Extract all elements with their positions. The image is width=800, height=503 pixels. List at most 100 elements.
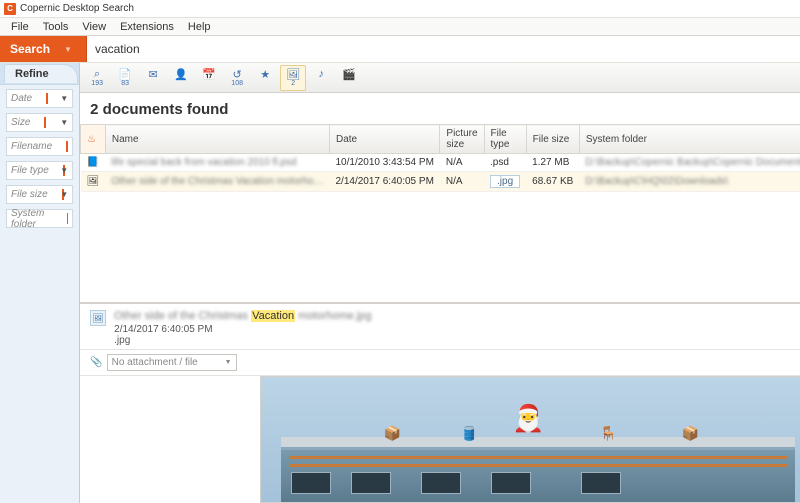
contacts-icon: 👤 <box>174 68 188 80</box>
refine-system-folder[interactable]: System folder <box>6 209 73 228</box>
pictures-icon: 🖼 <box>286 68 300 80</box>
roof-junk: 🛢️ <box>461 425 478 442</box>
refine-tab[interactable]: Refine <box>4 64 78 83</box>
roof-junk: 🪑 <box>600 425 617 442</box>
cell-date: 10/1/2010 3:43:54 PM <box>329 154 439 172</box>
category-contacts[interactable]: 👤 <box>168 65 194 91</box>
col-fsize[interactable]: File size <box>526 125 579 154</box>
app-icon: C <box>4 3 16 15</box>
refine-label: File size <box>11 189 48 200</box>
search-button[interactable]: Search ▼ <box>0 36 87 62</box>
cell-ftype: .jpg <box>484 172 526 192</box>
results-table: ♨ Name Date Picture size File type File … <box>80 124 800 192</box>
image-file-icon: 🖼 <box>90 310 106 326</box>
category-count: 193 <box>91 80 103 87</box>
col-ftype[interactable]: File type <box>484 125 526 154</box>
search-highlight: Vacation <box>251 310 295 322</box>
file-icon: 📘 <box>81 154 106 172</box>
category-count: 2 <box>291 80 295 87</box>
cell-picsize: N/A <box>440 154 484 172</box>
chevron-down-icon: ▼ <box>60 166 68 175</box>
cell-name: life special back from vacation 2010 fl.… <box>105 154 329 172</box>
file-icon: 🖼 <box>81 172 106 192</box>
favorites-icon: ★ <box>258 68 272 80</box>
cell-folder: D:\Backup\Copernic Backup\Copernic Docum… <box>579 154 800 172</box>
menu-extensions[interactable]: Extensions <box>113 19 181 35</box>
attachment-select-label: No attachment / file <box>112 357 198 368</box>
santa-decoration: 🎅 <box>512 403 544 434</box>
col-flame[interactable]: ♨ <box>81 125 106 154</box>
chevron-down-icon[interactable]: ▼ <box>64 45 72 54</box>
roof-junk: 📦 <box>384 425 401 442</box>
image-preview[interactable]: 🎅 📦 🛢️ 🪑 📦 <box>260 376 800 503</box>
refine-label: File type <box>11 165 49 176</box>
cell-folder: D:\Backup\C\HQ\02\Downloads\ <box>579 172 800 192</box>
results-heading: 2 documents found <box>80 93 800 124</box>
category-music[interactable]: ♪ <box>308 65 334 91</box>
flame-icon: ♨ <box>87 134 96 145</box>
category-count <box>264 80 266 87</box>
cell-fsize: 68.67 KB <box>526 172 579 192</box>
roof-junk: 📦 <box>682 425 699 442</box>
menu-bar: File Tools View Extensions Help <box>0 18 800 36</box>
chevron-down-icon: ▼ <box>225 359 232 366</box>
app-title: Copernic Desktop Search <box>20 3 134 14</box>
files-icon: 📄 <box>118 68 132 80</box>
category-history[interactable]: ↺108 <box>224 65 250 91</box>
category-files[interactable]: 📄83 <box>112 65 138 91</box>
menu-view[interactable]: View <box>75 19 113 35</box>
preview-info: 🖼 Other side of the Christmas Vacation m… <box>80 304 800 350</box>
refine-label: Filename <box>11 141 52 152</box>
refine-label: Size <box>11 117 30 128</box>
attachment-icon: 📎 <box>90 357 102 368</box>
category-count <box>208 80 210 87</box>
chevron-down-icon: ▼ <box>60 118 68 127</box>
preview-filename: Other side of the Christmas Vacation mot… <box>114 310 371 324</box>
menu-help[interactable]: Help <box>181 19 218 35</box>
results-panel: ⌕193📄83✉ 👤 📅 ↺108★ 🖼2♪ 🎬 2 documents fou… <box>80 63 800 503</box>
category-count: 108 <box>231 80 243 87</box>
menu-file[interactable]: File <box>4 19 36 35</box>
chevron-down-icon: ▼ <box>60 190 68 199</box>
col-picsize[interactable]: Picture size <box>440 125 484 154</box>
cell-fsize: 1.27 MB <box>526 154 579 172</box>
cell-ftype: .psd <box>484 154 526 172</box>
refine-size[interactable]: Size ▼ <box>6 113 73 132</box>
preview-date: 2/14/2017 6:40:05 PM <box>114 324 371 335</box>
calendar-icon: 📅 <box>202 68 216 80</box>
refine-file-size[interactable]: File size ▼ <box>6 185 73 204</box>
emails-icon: ✉ <box>146 68 160 80</box>
category-count <box>180 80 182 87</box>
search-row: Search ▼ <box>0 36 800 63</box>
category-calendar[interactable]: 📅 <box>196 65 222 91</box>
table-row[interactable]: 📘life special back from vacation 2010 fl… <box>81 154 800 172</box>
col-name[interactable]: Name <box>105 125 329 154</box>
cell-name: Other side of the Christmas Vacation mot… <box>105 172 329 192</box>
refine-file-type[interactable]: File type ▼ <box>6 161 73 180</box>
search-input[interactable] <box>87 36 800 62</box>
title-bar: C Copernic Desktop Search <box>0 0 800 18</box>
preview-attachment-bar: 📎 No attachment / file ▼ <box>80 350 800 376</box>
col-folder[interactable]: System folder <box>579 125 800 154</box>
category-emails[interactable]: ✉ <box>140 65 166 91</box>
col-date[interactable]: Date <box>329 125 439 154</box>
category-pictures[interactable]: 🖼2 <box>280 65 306 91</box>
refine-panel: Refine Date▼Size▼FilenameFile type▼File … <box>0 63 80 503</box>
refine-filename[interactable]: Filename <box>6 137 73 156</box>
history-icon: ↺ <box>230 68 244 80</box>
attachment-select[interactable]: No attachment / file ▼ <box>107 354 237 371</box>
music-icon: ♪ <box>314 68 328 80</box>
table-row[interactable]: 🖼Other side of the Christmas Vacation mo… <box>81 172 800 192</box>
cell-picsize: N/A <box>440 172 484 192</box>
chevron-down-icon: ▼ <box>60 94 68 103</box>
category-count <box>348 80 350 87</box>
menu-tools[interactable]: Tools <box>36 19 76 35</box>
category-count <box>152 80 154 87</box>
category-favorites[interactable]: ★ <box>252 65 278 91</box>
category-all[interactable]: ⌕193 <box>84 65 110 91</box>
refine-label: Date <box>11 93 32 104</box>
refine-date[interactable]: Date ▼ <box>6 89 73 108</box>
category-videos[interactable]: 🎬 <box>336 65 362 91</box>
category-toolbar: ⌕193📄83 ✉ 👤 📅 ↺108 ★ 🖼2 ♪ 🎬 <box>80 63 800 93</box>
videos-icon: 🎬 <box>342 68 356 80</box>
